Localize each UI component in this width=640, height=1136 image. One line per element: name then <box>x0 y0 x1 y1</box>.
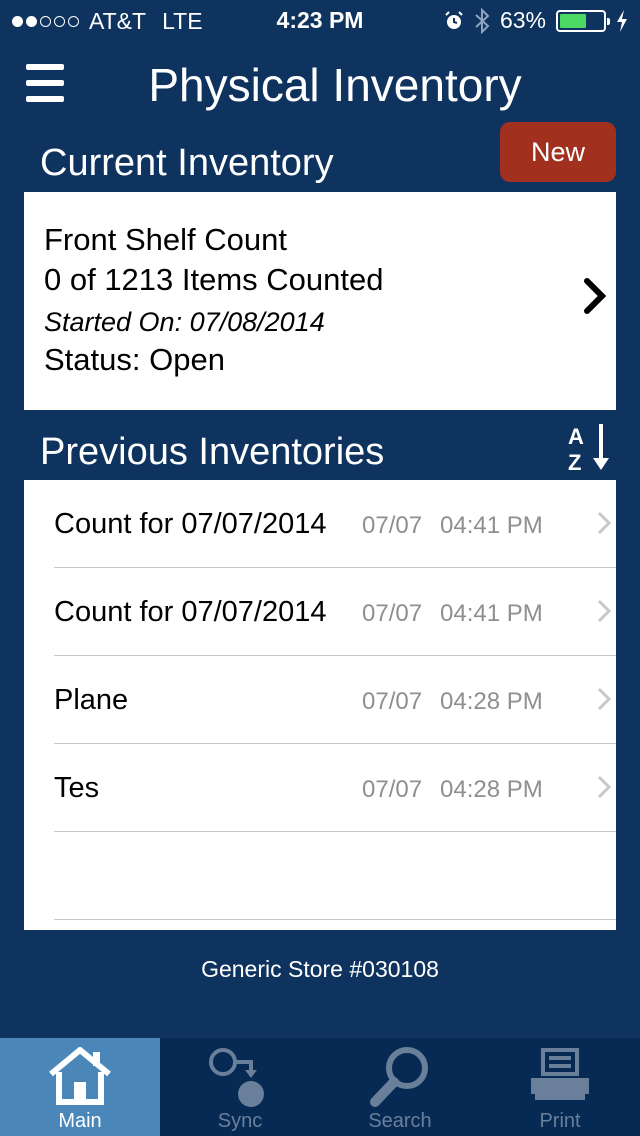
tab-main[interactable]: Main <box>0 1038 160 1136</box>
list-item-name: Tes <box>54 772 100 804</box>
bluetooth-icon <box>475 7 490 34</box>
sort-az-icon[interactable]: A Z <box>565 422 613 474</box>
list-item[interactable]: Count for 07/07/2014 07/07 04:41 PM <box>54 480 616 568</box>
tab-bar: Main Sync Search Print <box>0 1038 640 1136</box>
search-icon <box>370 1047 428 1107</box>
list-item-name: Count for 07/07/2014 <box>54 508 327 540</box>
inventory-progress: 0 of 1213 Items Counted <box>44 262 384 297</box>
battery-level <box>560 13 587 28</box>
store-label: Generic Store #030108 <box>201 956 439 982</box>
tab-search[interactable]: Search <box>320 1038 480 1136</box>
tab-sync[interactable]: Sync <box>160 1038 320 1136</box>
tab-label: Print <box>539 1110 581 1132</box>
chevron-right-icon <box>597 775 612 799</box>
svg-text:Z: Z <box>568 450 581 474</box>
inventory-start-date: Started On: 07/08/2014 <box>44 307 325 337</box>
list-item[interactable]: Tes 07/07 04:28 PM <box>54 744 616 832</box>
list-item-date: 07/07 <box>362 600 423 627</box>
tab-label: Search <box>368 1110 432 1132</box>
new-inventory-button[interactable]: New <box>500 122 616 182</box>
previous-inventories-list: Count for 07/07/2014 07/07 04:41 PM Coun… <box>24 480 616 930</box>
current-inventory-heading: Current Inventory <box>40 142 334 184</box>
previous-inventories-heading: Previous Inventories <box>40 431 385 473</box>
list-item-date: 07/07 <box>362 688 423 715</box>
inventory-status: Status: Open <box>44 342 225 377</box>
tab-print[interactable]: Print <box>480 1038 640 1136</box>
empty-list-row <box>54 832 616 920</box>
list-item-date: 07/07 <box>362 776 423 803</box>
chevron-right-icon <box>584 278 607 314</box>
list-item-time: 04:28 PM <box>440 776 543 803</box>
list-item[interactable]: Plane 07/07 04:28 PM <box>54 656 616 744</box>
list-item-time: 04:28 PM <box>440 688 543 715</box>
tab-label: Main <box>58 1110 102 1132</box>
home-icon <box>49 1047 111 1105</box>
status-right: 63% <box>444 7 628 34</box>
inventory-name: Front Shelf Count <box>44 222 287 257</box>
tab-label: Sync <box>217 1110 263 1132</box>
list-item-time: 04:41 PM <box>440 512 543 539</box>
page-title: Physical Inventory <box>148 59 522 111</box>
sync-icon <box>209 1048 264 1107</box>
chevron-right-icon <box>597 599 612 623</box>
current-inventory-card[interactable]: Front Shelf Count 0 of 1213 Items Counte… <box>24 192 616 410</box>
chevron-right-icon <box>597 511 612 535</box>
status-bar: AT&T LTE 4:23 PM 63% <box>0 0 640 40</box>
alarm-icon <box>445 10 463 29</box>
battery-percent: 63% <box>499 7 546 33</box>
chevron-right-icon <box>597 687 612 711</box>
list-item-name: Plane <box>54 684 129 716</box>
list-item[interactable]: Count for 07/07/2014 07/07 04:41 PM <box>54 568 616 656</box>
list-item-name: Count for 07/07/2014 <box>54 596 327 628</box>
list-item-date: 07/07 <box>362 512 423 539</box>
svg-text:A: A <box>568 424 584 449</box>
charging-icon <box>617 9 627 32</box>
print-icon <box>531 1048 589 1100</box>
battery-icon <box>556 9 610 32</box>
list-item-time: 04:41 PM <box>440 600 543 627</box>
